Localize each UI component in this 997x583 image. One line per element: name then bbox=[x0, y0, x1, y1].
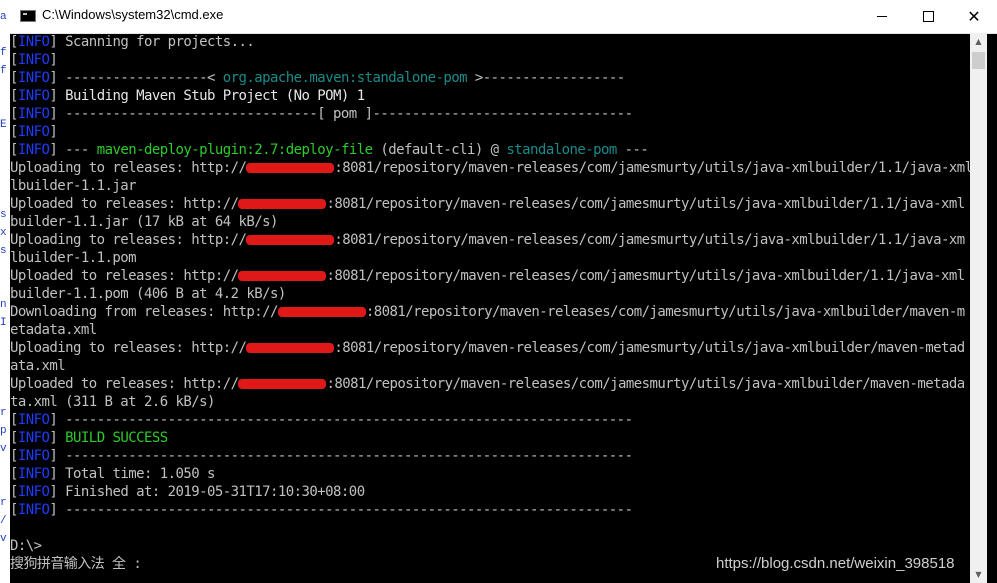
bg-char: n bbox=[0, 299, 7, 311]
redaction-mark bbox=[238, 199, 327, 209]
scroll-thumb[interactable] bbox=[972, 52, 985, 69]
console-line: [INFO] bbox=[10, 124, 58, 140]
console-line: etadata.xml bbox=[10, 322, 97, 338]
console-output[interactable]: [INFO] Scanning for projects... [INFO] [… bbox=[10, 33, 970, 583]
bg-char: a bbox=[0, 11, 7, 23]
console-line: lbuilder-1.1.jar bbox=[10, 178, 137, 194]
bg-char: v bbox=[0, 443, 7, 455]
minimize-button[interactable] bbox=[859, 0, 905, 33]
minimize-icon bbox=[877, 16, 887, 17]
command-prompt[interactable]: D:\> bbox=[10, 537, 970, 555]
maximize-button[interactable] bbox=[905, 0, 951, 33]
bg-char: / bbox=[0, 515, 7, 527]
console-line: [INFO] --------------------------------[… bbox=[10, 106, 633, 122]
console-line: Uploaded to releases: http://:8081/repos… bbox=[10, 196, 965, 212]
console-line: Downloading from releases: http://:8081/… bbox=[10, 304, 965, 320]
cmd-icon[interactable] bbox=[20, 10, 36, 22]
console-line: ata.xml bbox=[10, 358, 66, 374]
redaction-mark bbox=[238, 379, 327, 389]
bg-char: r bbox=[0, 407, 7, 419]
maximize-icon bbox=[922, 11, 934, 22]
console-line: [INFO] ---------------------------------… bbox=[10, 448, 633, 464]
console-line: Uploaded to releases: http://:8081/repos… bbox=[10, 376, 965, 392]
redaction-mark bbox=[238, 271, 327, 281]
redaction-mark bbox=[277, 307, 366, 317]
bg-char: s bbox=[0, 209, 7, 221]
console-line: Uploading to releases: http://:8081/repo… bbox=[10, 340, 965, 356]
bg-char: f bbox=[0, 65, 7, 77]
close-button[interactable]: ✕ bbox=[951, 0, 997, 33]
console-line: ta.xml (311 B at 2.6 kB/s) bbox=[10, 394, 215, 410]
background-window-strip: a f f E s x s n I r p v r / v bbox=[0, 0, 10, 583]
bg-char: x bbox=[0, 227, 7, 239]
console-line: [INFO] ------------------< org.apache.ma… bbox=[10, 70, 625, 86]
cmd-window: C:\Windows\system32\cmd.exe ✕ [INFO] Sca… bbox=[10, 0, 997, 583]
console-line: builder-1.1.pom (406 B at 4.2 kB/s) bbox=[10, 286, 286, 302]
console-line: builder-1.1.jar (17 kB at 64 kB/s) bbox=[10, 214, 278, 230]
console-line: [INFO] Building Maven Stub Project (No P… bbox=[10, 88, 365, 104]
redaction-mark bbox=[246, 235, 335, 245]
scroll-up-icon[interactable]: ▲ bbox=[970, 33, 987, 50]
bg-char: I bbox=[0, 317, 7, 329]
console-line: [INFO] Scanning for projects... bbox=[10, 34, 255, 50]
redaction-mark bbox=[246, 343, 335, 353]
bg-char: E bbox=[0, 119, 7, 131]
bg-char: v bbox=[0, 533, 7, 545]
finished-at-line: [INFO] Finished at: 2019-05-31T17:10:30+… bbox=[10, 484, 365, 500]
window-title: C:\Windows\system32\cmd.exe bbox=[42, 7, 224, 22]
redaction-mark bbox=[246, 163, 335, 173]
close-icon: ✕ bbox=[967, 8, 981, 26]
console-line: [INFO] --- maven-deploy-plugin:2.7:deplo… bbox=[10, 142, 649, 158]
console-line: [INFO] ---------------------------------… bbox=[10, 502, 633, 518]
build-success-line: [INFO] BUILD SUCCESS bbox=[10, 430, 168, 446]
console-line: lbuilder-1.1.pom bbox=[10, 250, 137, 266]
console-line: [INFO] bbox=[10, 52, 58, 68]
bg-char: s bbox=[0, 245, 7, 257]
vertical-scrollbar[interactable]: ▲ ▼ bbox=[970, 33, 987, 583]
console-line: Uploaded to releases: http://:8081/repos… bbox=[10, 268, 965, 284]
console-line: [INFO] ---------------------------------… bbox=[10, 412, 633, 428]
scroll-down-icon[interactable]: ▼ bbox=[970, 566, 987, 583]
bg-char: p bbox=[0, 425, 7, 437]
console-line: Uploading to releases: http://:8081/repo… bbox=[10, 160, 970, 176]
bg-char: r bbox=[0, 497, 7, 509]
total-time-line: [INFO] Total time: 1.050 s bbox=[10, 466, 215, 482]
bg-char: f bbox=[0, 47, 7, 59]
watermark: https://blog.csdn.net/weixin_398518 bbox=[716, 555, 955, 572]
title-bar[interactable]: C:\Windows\system32\cmd.exe ✕ bbox=[10, 0, 997, 34]
console-line: Uploading to releases: http://:8081/repo… bbox=[10, 232, 965, 248]
build-success-text: BUILD SUCCESS bbox=[57, 430, 168, 446]
